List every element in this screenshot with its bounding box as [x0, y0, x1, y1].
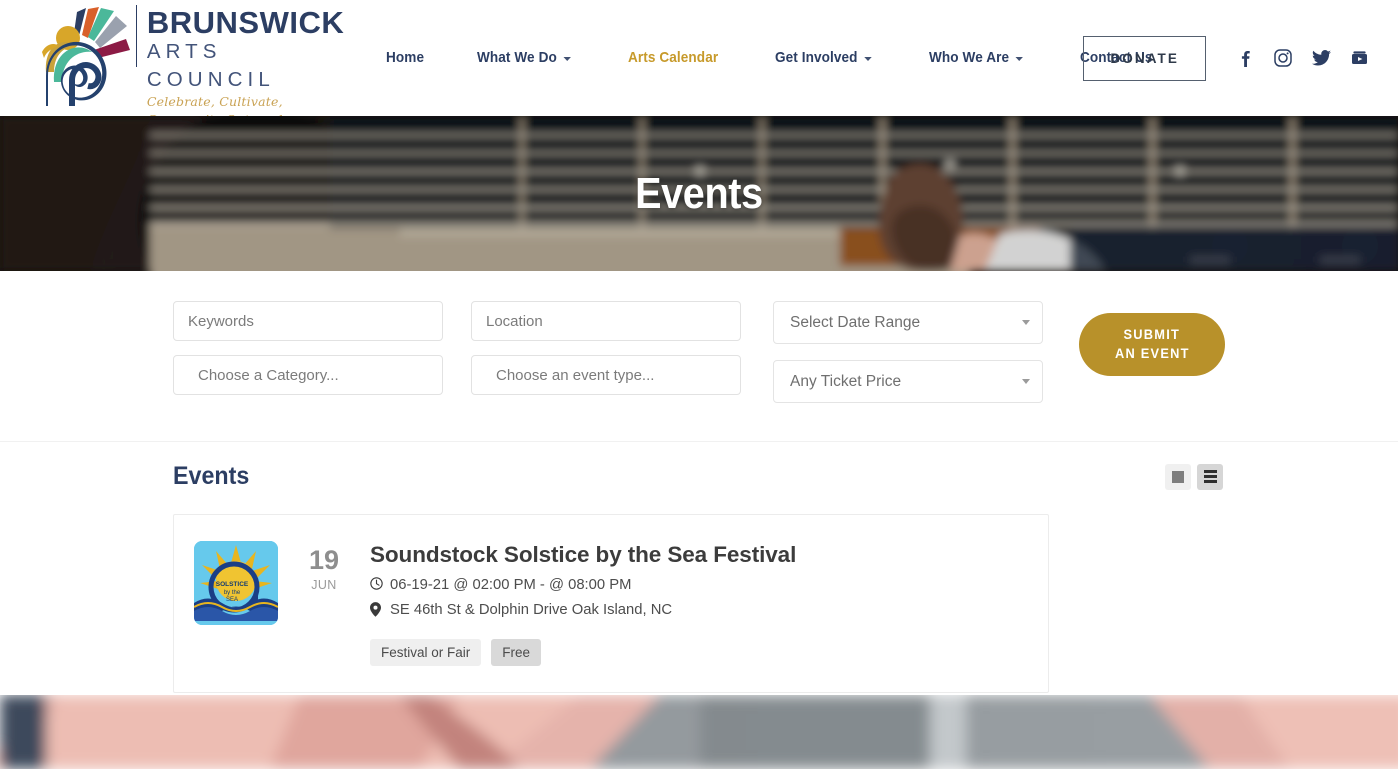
facebook-icon[interactable]	[1234, 47, 1256, 69]
event-title-link[interactable]: Soundstock Solstice by the Sea Festival	[370, 542, 796, 567]
events-section: Events SOLSTICE by the SEA 19 JUN Sounds…	[173, 442, 1225, 693]
event-details: Soundstock Solstice by the Sea Festival …	[370, 541, 1026, 666]
clock-icon	[370, 577, 383, 592]
page-title-text: Events	[635, 168, 763, 218]
date-range-value: Select Date Range	[790, 313, 921, 331]
events-header: Events	[173, 462, 1225, 491]
chevron-down-icon	[863, 57, 872, 61]
list-icon	[1203, 470, 1217, 483]
nav-item-get-involved[interactable]: Get Involved	[775, 50, 895, 66]
footer-background-image	[0, 695, 1398, 769]
twitter-icon[interactable]	[1310, 47, 1332, 69]
keywords-placeholder: Keywords	[188, 312, 254, 330]
filter-column-dropdowns: Select Date Range Any Ticket Price	[773, 301, 1043, 403]
nav-item-home[interactable]: Home	[386, 50, 447, 66]
nav-item-what-we-do[interactable]: What We Do	[477, 50, 594, 66]
date-range-select[interactable]: Select Date Range	[773, 301, 1043, 344]
submit-line-2: AN EVENT	[1114, 345, 1190, 361]
grid-view-toggle[interactable]	[1165, 463, 1191, 490]
donate-button[interactable]: DONATE	[1083, 35, 1206, 81]
event-datetime: 06-19-21 @ 02:00 PM - @ 08:00 PM	[370, 577, 1026, 593]
page-title: Events	[0, 169, 1398, 219]
category-placeholder: Choose a Category...	[198, 366, 339, 384]
youtube-icon[interactable]	[1348, 47, 1370, 69]
event-list-item[interactable]: SOLSTICE by the SEA 19 JUN Soundstock So…	[173, 514, 1049, 693]
nav-label: Arts Calendar	[627, 50, 719, 66]
thumb-text-3: SEA	[226, 597, 238, 603]
location-input[interactable]: Location	[471, 301, 741, 341]
nav-item-arts-calendar[interactable]: Arts Calendar	[628, 50, 741, 66]
thumb-text-2: by the	[224, 590, 241, 596]
ticket-price-value: Any Ticket Price	[790, 372, 902, 390]
filter-row-top: Keywords Location	[173, 301, 1225, 341]
chevron-down-icon	[1022, 320, 1030, 325]
event-day: 19	[308, 545, 340, 575]
social-links	[1234, 47, 1370, 69]
event-category-tag[interactable]: Festival or Fair	[370, 638, 482, 666]
logo-line-2: ARTS COUNCIL	[146, 40, 275, 91]
event-tags: Festival or Fair Free	[370, 638, 1026, 666]
event-month: JUN	[311, 578, 337, 592]
chevron-down-icon	[1022, 379, 1030, 384]
map-pin-icon	[370, 602, 383, 618]
event-thumbnail[interactable]: SOLSTICE by the SEA	[194, 541, 278, 625]
brunswick-arts-council-logo-icon	[32, 6, 130, 110]
category-select[interactable]: Choose a Category...	[173, 355, 443, 395]
grid-icon	[1172, 470, 1184, 483]
nav-label: What We Do	[476, 50, 557, 66]
chevron-down-icon	[1015, 57, 1023, 61]
logo-divider	[136, 4, 137, 67]
submit-line-1: SUBMIT	[1123, 327, 1181, 343]
logo-line-1: BRUNSWICK	[146, 4, 345, 40]
thumb-text-1: SOLSTICE	[216, 581, 249, 588]
event-price-tag[interactable]: Free	[491, 638, 542, 666]
nav-label: Home	[386, 50, 425, 66]
events-heading: Events	[173, 462, 255, 491]
location-placeholder: Location	[486, 312, 543, 330]
events-heading-text: Events	[173, 462, 250, 490]
nav-label: Get Involved	[774, 50, 858, 66]
chevron-down-icon	[563, 57, 571, 61]
site-logo[interactable]: BRUNSWICK ARTS COUNCIL Celebrate, Cultiv…	[32, 4, 344, 127]
submit-an-event-button[interactable]: SUBMIT AN EVENT	[1079, 313, 1225, 376]
ticket-price-select[interactable]: Any Ticket Price	[773, 360, 1043, 403]
event-location-text: SE 46th St & Dolphin Drive Oak Island, N…	[390, 601, 673, 618]
instagram-icon[interactable]	[1272, 47, 1294, 69]
page-hero: Events	[0, 116, 1398, 271]
event-date-block: 19 JUN	[278, 541, 370, 666]
list-view-toggle[interactable]	[1197, 463, 1223, 490]
main-navigation: Home What We Do Arts Calendar Get Involv…	[386, 50, 1183, 66]
nav-label: Who We Are	[928, 50, 1009, 66]
header-actions: DONATE	[1083, 0, 1376, 116]
event-datetime-text: 06-19-21 @ 02:00 PM - @ 08:00 PM	[390, 576, 632, 593]
nav-item-who-we-are[interactable]: Who We Are	[929, 50, 1046, 66]
event-filter-bar: Keywords Location Choose a Category... C…	[0, 271, 1398, 437]
event-location: SE 46th St & Dolphin Drive Oak Island, N…	[370, 602, 1026, 618]
site-header: BRUNSWICK ARTS COUNCIL Celebrate, Cultiv…	[0, 0, 1398, 127]
view-toggle-group	[1165, 463, 1223, 490]
event-type-placeholder: Choose an event type...	[496, 366, 655, 384]
logo-wordmark: BRUNSWICK ARTS COUNCIL Celebrate, Cultiv…	[136, 0, 346, 129]
filter-row-bottom: Choose a Category... Choose an event typ…	[173, 355, 1225, 395]
event-type-select[interactable]: Choose an event type...	[471, 355, 741, 395]
keywords-input[interactable]: Keywords	[173, 301, 443, 341]
